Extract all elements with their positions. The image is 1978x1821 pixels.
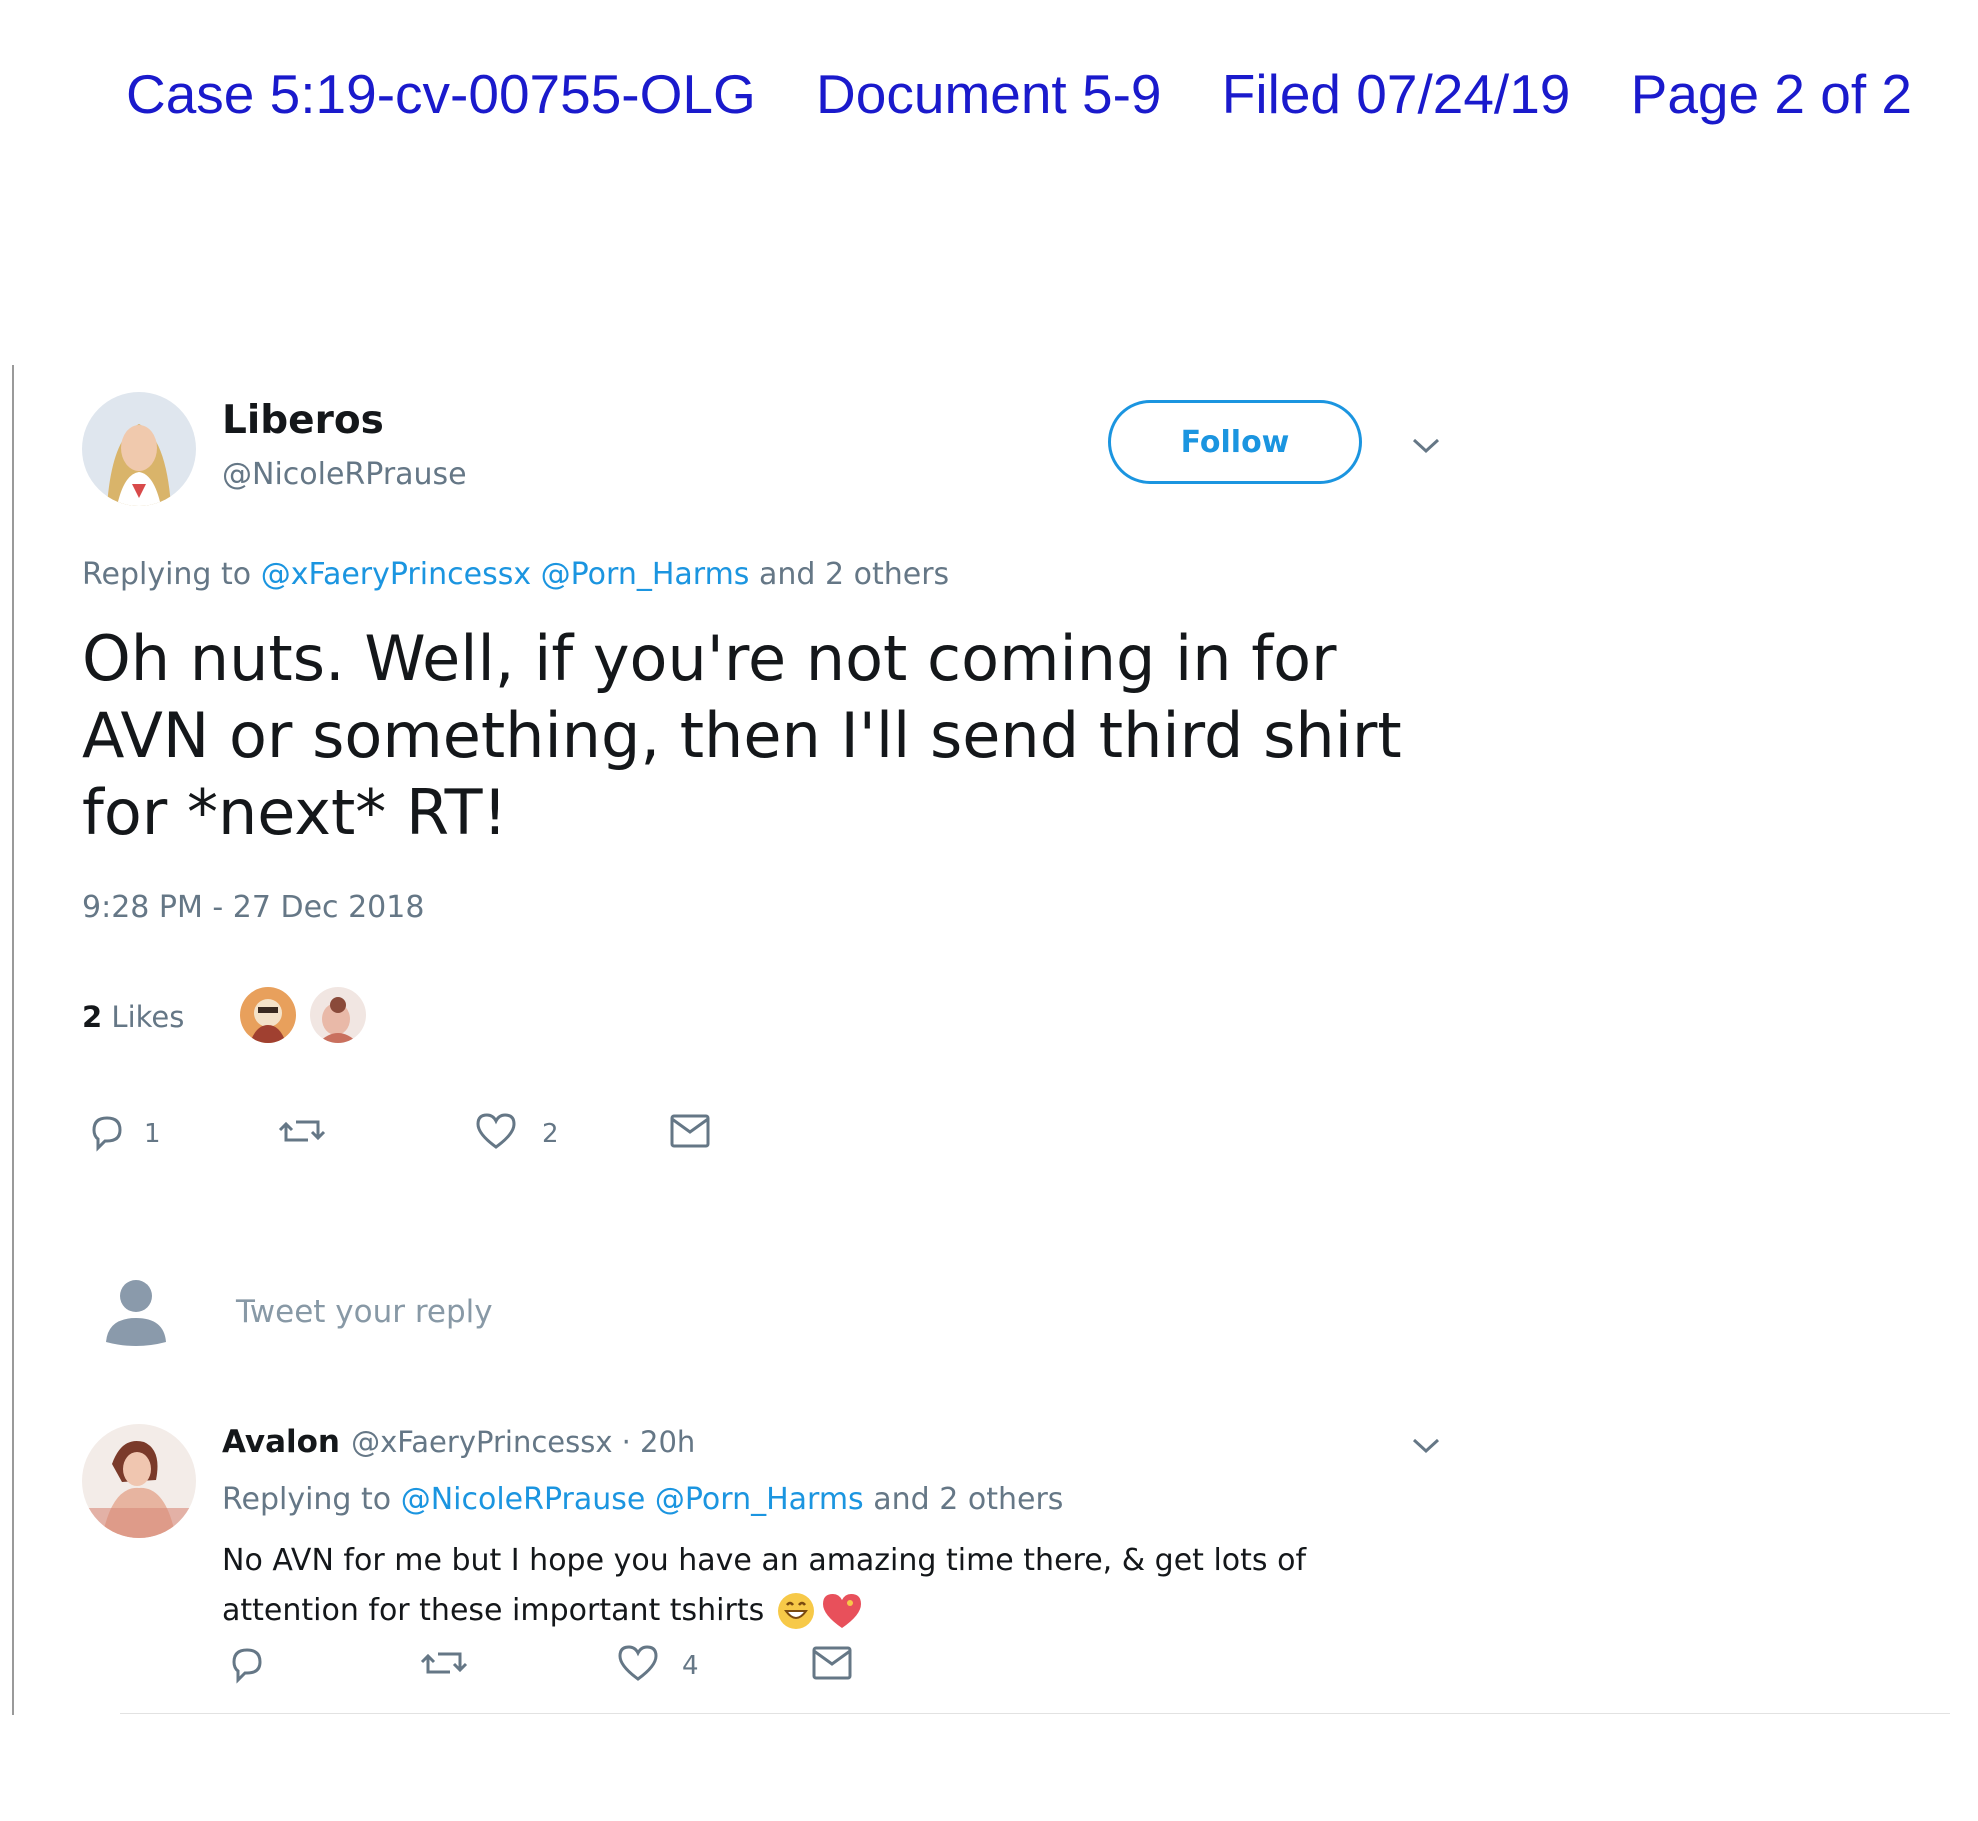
page-left-rule bbox=[12, 365, 14, 1715]
like-action[interactable]: 2 bbox=[474, 1110, 559, 1157]
author-handle[interactable]: @NicoleRPrause bbox=[222, 457, 467, 492]
replying-prefix: Replying to bbox=[222, 1482, 392, 1517]
chevron-down-icon[interactable] bbox=[1411, 430, 1441, 460]
mention-link[interactable]: @NicoleRPrause bbox=[401, 1482, 646, 1517]
reply-retweet-action[interactable] bbox=[420, 1642, 468, 1689]
reply-text: No AVN for me but I hope you have an ama… bbox=[222, 1536, 1422, 1636]
reply-author-avatar[interactable] bbox=[82, 1424, 196, 1538]
tweet-text: Oh nuts. Well, if you're not coming in f… bbox=[82, 622, 1402, 849]
retweet-action[interactable] bbox=[278, 1110, 326, 1157]
reply-text-line: No AVN for me but I hope you have an ama… bbox=[222, 1543, 1306, 1578]
default-avatar-icon bbox=[100, 1270, 172, 1353]
others-link[interactable]: and 2 others bbox=[759, 557, 949, 592]
envelope-icon bbox=[668, 1114, 712, 1156]
reply-header: Avalon @xFaeryPrincessx · 20h bbox=[222, 1424, 695, 1460]
reply-count: 1 bbox=[144, 1118, 161, 1149]
bottom-divider bbox=[120, 1713, 1950, 1714]
reply-replying-to-line: Replying to @NicoleRPrause @Porn_Harms a… bbox=[222, 1482, 1063, 1517]
follow-button[interactable]: Follow bbox=[1108, 400, 1362, 484]
reply-composer-input[interactable]: Tweet your reply bbox=[236, 1294, 493, 1330]
filed-date: Filed 07/24/19 bbox=[1221, 63, 1571, 125]
likes-summary[interactable]: 2 Likes bbox=[82, 1000, 184, 1034]
reply-like-action[interactable]: 4 bbox=[616, 1642, 699, 1689]
retweet-icon bbox=[278, 1120, 326, 1156]
liker-avatar[interactable] bbox=[240, 987, 296, 1043]
others-link[interactable]: and 2 others bbox=[873, 1482, 1063, 1517]
grinning-emoji-icon bbox=[776, 1591, 816, 1631]
reply-author-name[interactable]: Avalon bbox=[222, 1424, 340, 1460]
document-number: Document 5-9 bbox=[816, 63, 1162, 125]
reply-like-count: 4 bbox=[682, 1650, 699, 1681]
likes-count: 2 bbox=[82, 1000, 103, 1034]
reply-action[interactable]: 1 bbox=[86, 1110, 161, 1157]
heart-emoji-icon bbox=[820, 1591, 864, 1631]
heart-icon bbox=[474, 1110, 518, 1157]
tweet-timestamp[interactable]: 9:28 PM - 27 Dec 2018 bbox=[82, 890, 424, 925]
reply-text-line2: attention for these important tshirts bbox=[222, 1586, 1422, 1636]
replying-to-line: Replying to @xFaeryPrincessx @Porn_Harms… bbox=[82, 557, 949, 592]
mention-link[interactable]: @xFaeryPrincessx bbox=[261, 557, 531, 592]
page-number: Page 2 of 2 bbox=[1630, 63, 1912, 125]
reply-reply-action[interactable] bbox=[226, 1642, 268, 1689]
dm-action[interactable] bbox=[668, 1110, 712, 1157]
author-avatar[interactable] bbox=[82, 392, 196, 506]
likes-word: Likes bbox=[111, 1000, 185, 1034]
liker-avatar[interactable] bbox=[310, 987, 366, 1043]
reply-icon bbox=[86, 1110, 128, 1157]
author-name[interactable]: Liberos bbox=[222, 398, 384, 443]
case-number: Case 5:19-cv-00755-OLG bbox=[126, 63, 756, 125]
replying-prefix: Replying to bbox=[82, 557, 252, 592]
reply-icon bbox=[226, 1648, 268, 1688]
heart-icon bbox=[616, 1642, 660, 1689]
chevron-down-icon[interactable] bbox=[1411, 1430, 1441, 1460]
reply-text-line: attention for these important tshirts bbox=[222, 1593, 765, 1628]
retweet-icon bbox=[420, 1652, 468, 1688]
mention-link[interactable]: @Porn_Harms bbox=[655, 1482, 864, 1517]
reply-author-handle[interactable]: @xFaeryPrincessx bbox=[351, 1425, 612, 1459]
mention-link[interactable]: @Porn_Harms bbox=[541, 557, 750, 592]
document-header: Case 5:19-cv-00755-OLG Document 5-9 File… bbox=[126, 62, 1912, 126]
reply-dm-action[interactable] bbox=[810, 1642, 854, 1689]
like-count: 2 bbox=[542, 1118, 559, 1149]
envelope-icon bbox=[810, 1646, 854, 1688]
reply-time[interactable]: · 20h bbox=[622, 1425, 696, 1459]
